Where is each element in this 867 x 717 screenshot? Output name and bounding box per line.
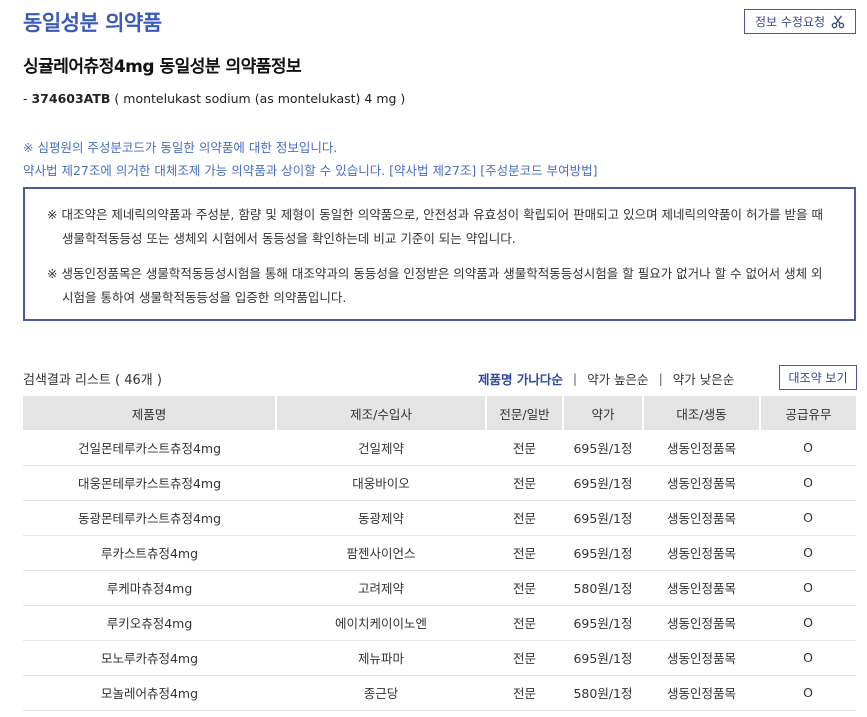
reference-status-cell: 생동인정품목	[643, 605, 760, 641]
table-header-row: 제품명 제조/수입사 전문/일반 약가 대조/생동 공급유무	[23, 396, 856, 430]
supply-status-cell: O	[760, 675, 856, 711]
results-table: 제품명 제조/수입사 전문/일반 약가 대조/생동 공급유무 건일몬테루카스트츄…	[23, 396, 856, 711]
sort-bar: 제품명 가나다순 | 약가 높은순 | 약가 낮은순	[478, 369, 734, 388]
page-title: 동일성분 의약품	[23, 11, 162, 35]
price-cell: 695원/1정	[563, 605, 643, 641]
manufacturer-cell: 팜젠사이언스	[276, 535, 486, 571]
sort-by-price-high[interactable]: 약가 높은순	[587, 369, 648, 388]
table-row[interactable]: 모노루카츄정4mg 제뉴파마 전문 695원/1정 생동인정품목 O	[23, 640, 856, 676]
sort-separator: |	[658, 371, 663, 386]
product-name-cell[interactable]: 대웅몬테루카스트츄정4mg	[23, 465, 276, 501]
result-count-label: 검색결과 리스트 ( 46개 )	[23, 373, 162, 388]
rx-type-cell: 전문	[486, 465, 563, 501]
edit-request-label: 정보 수정요청	[754, 15, 826, 29]
column-header[interactable]: 공급유무	[760, 396, 856, 430]
manufacturer-cell: 종근당	[276, 675, 486, 711]
supply-status-cell: O	[760, 640, 856, 676]
reference-status-cell: 생동인정품목	[643, 535, 760, 571]
reference-status-cell: 생동인정품목	[643, 430, 760, 466]
reference-status-cell: 생동인정품목	[643, 500, 760, 536]
price-cell: 580원/1정	[563, 570, 643, 606]
ingredient-name: ( montelukast sodium (as montelukast) 4 …	[110, 91, 406, 106]
ingredient-code-method-link[interactable]: [주성분코드 부여방법]	[480, 163, 597, 178]
column-header[interactable]: 약가	[563, 396, 644, 430]
supply-status-cell: O	[760, 500, 856, 536]
price-cell: 695원/1정	[563, 465, 643, 501]
notice-line-2-text: 약사법 제27조에 의거한 대체조제 가능 의약품과 상이할 수 있습니다.	[23, 163, 386, 178]
product-name-cell[interactable]: 루키오츄정4mg	[23, 605, 276, 641]
table-row[interactable]: 건일몬테루카스트츄정4mg 건일제약 전문 695원/1정 생동인정품목 O	[23, 430, 856, 466]
manufacturer-cell: 동광제약	[276, 500, 486, 536]
reference-status-cell: 생동인정품목	[643, 675, 760, 711]
supply-status-cell: O	[760, 535, 856, 571]
manufacturer-cell: 고려제약	[276, 570, 486, 606]
reference-status-cell: 생동인정품목	[643, 640, 760, 676]
rx-type-cell: 전문	[486, 570, 563, 606]
notice-line-2: 약사법 제27조에 의거한 대체조제 가능 의약품과 상이할 수 있습니다. […	[23, 160, 598, 179]
table-row[interactable]: 루케마츄정4mg 고려제약 전문 580원/1정 생동인정품목 O	[23, 570, 856, 606]
reference-status-cell: 생동인정품목	[643, 465, 760, 501]
table-row[interactable]: 동광몬테루카스트츄정4mg 동광제약 전문 695원/1정 생동인정품목 O	[23, 500, 856, 536]
rx-type-cell: 전문	[486, 675, 563, 711]
ingredient-code: 374603ATB	[31, 91, 111, 106]
price-cell: 695원/1정	[563, 500, 643, 536]
product-name-cell[interactable]: 루카스트츄정4mg	[23, 535, 276, 571]
column-header[interactable]: 전문/일반	[486, 396, 564, 430]
table-row[interactable]: 루키오츄정4mg 에이치케이이노엔 전문 695원/1정 생동인정품목 O	[23, 605, 856, 641]
notice-line-1: ※ 심평원의 주성분코드가 동일한 의약품에 대한 정보입니다.	[23, 140, 338, 155]
sort-by-price-low[interactable]: 약가 낮은순	[673, 369, 734, 388]
rx-type-cell: 전문	[486, 640, 563, 676]
supply-status-cell: O	[760, 605, 856, 641]
product-name-cell[interactable]: 루케마츄정4mg	[23, 570, 276, 606]
sort-by-name[interactable]: 제품명 가나다순	[478, 369, 563, 388]
price-cell: 695원/1정	[563, 430, 643, 466]
price-cell: 695원/1정	[563, 640, 643, 676]
column-header[interactable]: 제품명	[23, 396, 277, 430]
rx-type-cell: 전문	[486, 430, 563, 466]
table-row[interactable]: 모놀레어츄정4mg 종근당 전문 580원/1정 생동인정품목 O	[23, 675, 856, 711]
table-row[interactable]: 대웅몬테루카스트츄정4mg 대웅바이오 전문 695원/1정 생동인정품목 O	[23, 465, 856, 501]
rx-type-cell: 전문	[486, 535, 563, 571]
scissors-icon	[831, 14, 845, 28]
rx-type-cell: 전문	[486, 500, 563, 536]
table-row[interactable]: 루카스트츄정4mg 팜젠사이언스 전문 695원/1정 생동인정품목 O	[23, 535, 856, 571]
manufacturer-cell: 제뉴파마	[276, 640, 486, 676]
manufacturer-cell: 건일제약	[276, 430, 486, 466]
sort-separator: |	[572, 371, 578, 386]
pharma-law-link[interactable]: [약사법 제27조]	[389, 163, 476, 178]
edit-request-button[interactable]: 정보 수정요청	[744, 9, 856, 34]
reference-drug-button[interactable]: 대조약 보기	[779, 365, 857, 390]
column-header[interactable]: 대조/생동	[643, 396, 761, 430]
product-name-cell[interactable]: 모놀레어츄정4mg	[23, 675, 276, 711]
reference-status-cell: 생동인정품목	[643, 570, 760, 606]
info-box: ※ 대조약은 제네릭의약품과 주성분, 함량 및 제형이 동일한 의약품으로, …	[23, 187, 856, 321]
product-name-cell[interactable]: 모노루카츄정4mg	[23, 640, 276, 676]
product-name-cell[interactable]: 건일몬테루카스트츄정4mg	[23, 430, 276, 466]
drug-subtitle: 싱귤레어츄정4mg 동일성분 의약품정보	[23, 57, 302, 77]
price-cell: 695원/1정	[563, 535, 643, 571]
column-header[interactable]: 제조/수입사	[276, 396, 487, 430]
supply-status-cell: O	[760, 570, 856, 606]
price-cell: 580원/1정	[563, 675, 643, 711]
rx-type-cell: 전문	[486, 605, 563, 641]
product-name-cell[interactable]: 동광몬테루카스트츄정4mg	[23, 500, 276, 536]
manufacturer-cell: 에이치케이이노엔	[276, 605, 486, 641]
supply-status-cell: O	[760, 430, 856, 466]
ingredient-code-line: - 374603ATB ( montelukast sodium (as mon…	[23, 91, 405, 106]
info-bioequivalence: ※ 생동인정품목은 생물학적동등성시험을 통해 대조약과의 동등성을 인정받은 …	[47, 266, 823, 305]
supply-status-cell: O	[760, 465, 856, 501]
manufacturer-cell: 대웅바이오	[276, 465, 486, 501]
info-reference-drug: ※ 대조약은 제네릭의약품과 주성분, 함량 및 제형이 동일한 의약품으로, …	[47, 207, 823, 246]
